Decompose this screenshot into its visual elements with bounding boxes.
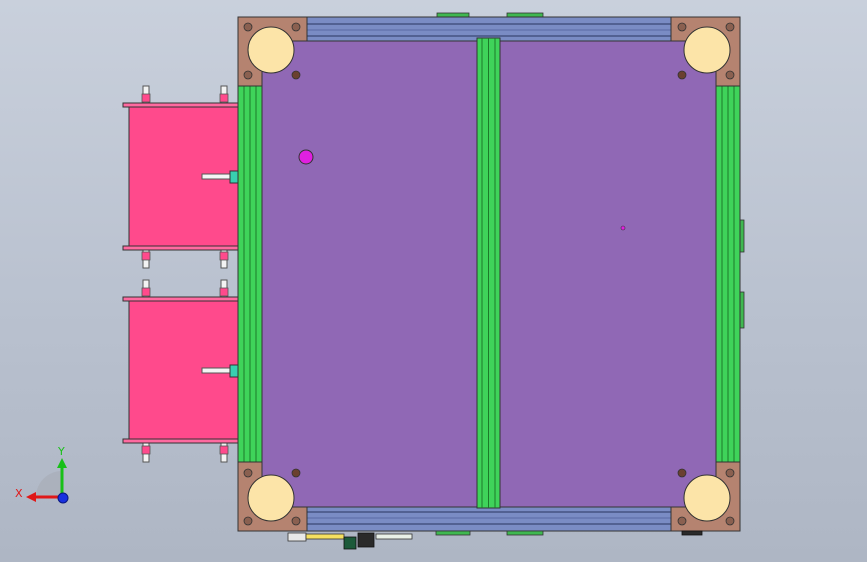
actuator-rod: [201, 367, 233, 374]
plate-marker: [298, 149, 314, 165]
actuator-pin-collar: [141, 93, 151, 103]
wheel: [683, 474, 731, 522]
wheel: [683, 26, 731, 74]
actuator-pin-collar: [219, 287, 229, 297]
actuator-flange: [122, 102, 240, 108]
actuator-flange: [122, 438, 240, 444]
actuator-lower: [122, 279, 240, 463]
actuator-rod: [201, 173, 233, 180]
plate-marker-small: [620, 225, 626, 231]
frame-top-beam: [237, 16, 741, 42]
actuator-pin-collar: [141, 287, 151, 297]
triad-x-label: X: [15, 487, 23, 500]
bottom-components: [287, 530, 703, 550]
actuator-pin-collar: [141, 251, 151, 261]
triad-plane: [36, 471, 62, 497]
plates: [261, 37, 717, 509]
actuator-flange: [122, 296, 240, 302]
coordinate-triad: X Y: [15, 445, 69, 504]
actuator-rod-end: [229, 364, 239, 378]
plate-right: [499, 40, 717, 508]
actuator-pin-collar: [219, 445, 229, 455]
actuator-pin-collar: [141, 445, 151, 455]
actuator-upper: [122, 85, 240, 269]
actuator-rod-end: [229, 170, 239, 184]
frame-bottom-beam: [237, 506, 741, 532]
actuator-pin-collar: [219, 251, 229, 261]
triad-z-axis: [57, 492, 69, 504]
wheel: [247, 474, 295, 522]
wheel: [247, 26, 295, 74]
actuator-pin-collar: [219, 93, 229, 103]
cad-viewport[interactable]: X Y: [0, 0, 867, 562]
actuator-flange: [122, 245, 240, 251]
triad-y-label: Y: [57, 445, 65, 458]
plate-left: [261, 40, 478, 508]
